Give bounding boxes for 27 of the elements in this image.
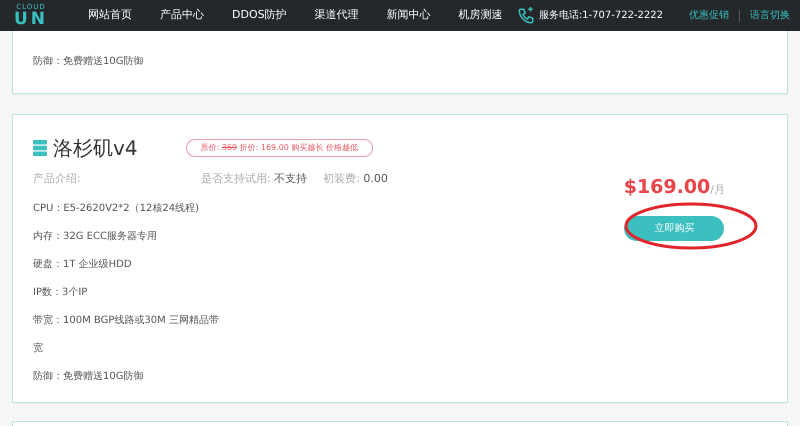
spec-text: IP数：3个IP <box>33 286 88 300</box>
spec-text: 硬盘：1T 企业级HDD <box>33 258 132 272</box>
spec-text: 防御：免费赠送10G防御 <box>33 54 144 69</box>
price-unit: /月 <box>710 183 725 196</box>
phone-number: 服务电话:1-707-722-2222 <box>538 8 663 23</box>
nav-link[interactable]: 新闻中心 <box>372 7 445 24</box>
spec-text: CPU：E5-2620V2*2（12核24线程) <box>33 202 199 216</box>
spec-text: 防御：免费赠送10G防御 <box>33 370 144 384</box>
setup-fee: 初装费: 0.00 <box>323 171 388 187</box>
nav-link[interactable]: 机房测速 <box>444 7 517 24</box>
language-link[interactable]: 语言切换 <box>740 8 800 23</box>
spec-text: 宽 <box>33 342 43 356</box>
promo-link[interactable]: 优惠促销 <box>679 8 739 23</box>
nav-link[interactable]: 网站首页 <box>74 7 146 24</box>
intro-label: 产品介绍: <box>33 171 82 187</box>
logo-mark: UN <box>14 10 48 28</box>
phone-icon <box>516 6 535 24</box>
price-badge: 原价: 369 折价: 169.00 购买越长 价格越低 <box>186 139 373 157</box>
nav-link[interactable]: 渠道代理 <box>300 7 373 24</box>
spec-text: 内存：32G ECC服务器专用 <box>33 230 157 244</box>
product-title: 洛杉矶v4 <box>53 135 138 162</box>
spec-text: 带宽：100M BGP线路或30M 三网精品带 <box>33 314 219 328</box>
nav-link[interactable]: DDOS防护 <box>218 7 301 24</box>
server-icon <box>33 140 47 156</box>
nav-link[interactable]: 产品中心 <box>146 7 218 24</box>
trial-info: 是否支持试用: 不支持 <box>201 171 308 187</box>
price: $169.00 <box>624 176 710 198</box>
